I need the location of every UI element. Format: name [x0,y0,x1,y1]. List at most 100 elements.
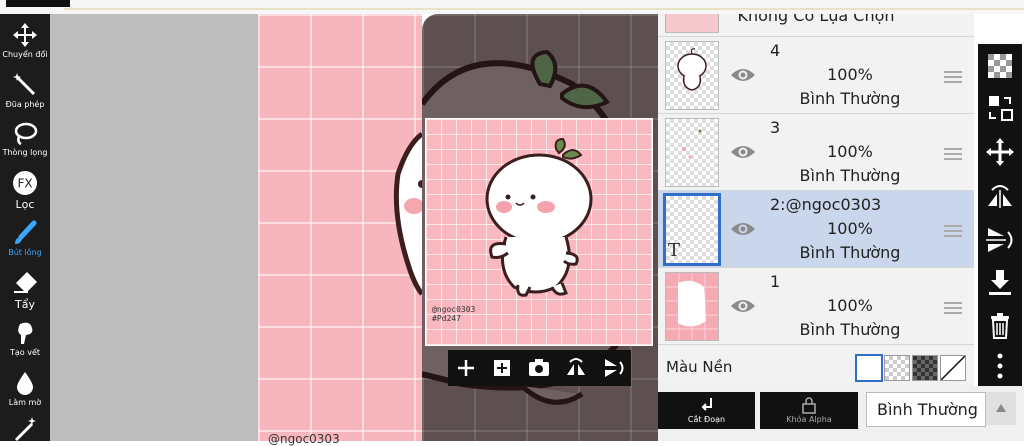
layer-row[interactable]: 3 100% Bình Thường [658,114,974,191]
tool-label: Tạo vết [9,348,41,357]
camera-button[interactable] [521,350,557,386]
background-color-label: Màu Nền [666,358,733,376]
smudge-icon [12,320,38,346]
no-selection-label: Không Có Lựa Chọn [737,14,895,25]
slash-icon [940,355,966,381]
bg-dark-checker-swatch[interactable] [912,355,938,381]
layer-3-thumbnail-art [682,129,702,159]
tool-label: Tẩy [15,298,35,311]
tool-eraser[interactable]: Tẩy [0,270,50,311]
layer-blend-mode: Bình Thường [799,243,901,262]
tool-label: Thòng lọng [2,148,48,157]
layer-add-icon [494,360,510,376]
preview-toolbar [448,350,631,386]
swap-layers-icon [989,96,1013,121]
layer-row-selected[interactable]: T 2:@ngoc0303 100% Bình Thường [658,191,974,268]
bg-none-swatch[interactable] [940,355,966,381]
move-layer-button[interactable] [978,132,1022,172]
tool-transform[interactable]: Chuyển đổi [0,22,50,59]
merge-down-button[interactable] [978,264,1022,304]
merge-down-icon [989,270,1011,295]
flip-layer-vertical-button[interactable] [978,220,1022,260]
svg-text:FX: FX [17,177,32,191]
transparent-checker-button[interactable] [978,46,1022,86]
layer-1-thumbnail-art [666,273,718,340]
bg-white-swatch[interactable] [855,354,883,382]
layer-swap-button[interactable] [978,88,1022,128]
tool-label: Chuyển đổi [2,50,48,59]
tool-more[interactable] [0,416,50,442]
clipping-label: Cắt Đoạn [687,415,726,424]
flip-horizontal-icon [567,358,585,375]
layer-thumbnail [665,41,719,110]
drag-handle-icon[interactable] [944,225,962,237]
layer-row[interactable]: 4 100% Bình Thường [658,37,974,114]
trash-icon [991,313,1009,339]
layer-row[interactable]: 1 100% Bình Thường [658,268,974,345]
tool-label: Bút lông [8,248,42,257]
layer-opacity: 100% [827,296,873,315]
visibility-eye-icon[interactable] [730,65,756,85]
blend-mode-select[interactable]: Bình Thường [866,392,986,427]
layer-name: 4 [770,41,781,60]
camera-icon [529,359,549,376]
add-layer-button[interactable] [448,350,484,386]
layer-bottom-controls: Cắt Đoạn Khóa Alpha Bình Thường [658,386,1024,441]
move-icon [986,138,1014,166]
layer-blend-mode: Bình Thường [799,166,901,185]
drawing-canvas[interactable]: @ngoc0303 [258,14,422,446]
tool-label: Đũa phép [5,100,45,109]
layers-panel: Không Có Lựa Chọn 4 100% Bình Thường 3 1… [658,14,974,386]
blend-mode-dropdown-button[interactable] [986,392,1016,425]
flip-vertical-icon [605,359,624,377]
tool-blur[interactable]: Làm mờ [0,370,50,407]
drag-handle-icon[interactable] [944,302,962,314]
eraser-icon [12,270,38,296]
tool-brush[interactable]: Bút lông [0,220,50,257]
flip-horizontal-button[interactable] [558,350,594,386]
left-toolbar: Chuyển đổi Đũa phép Thòng lọng FX Lọc Bú… [0,14,50,442]
workspace-background [50,14,258,441]
flip-vertical-icon [986,228,1013,252]
clipping-button[interactable]: Cắt Đoạn [658,392,755,429]
tool-label: Lọc [15,198,35,211]
drag-handle-icon[interactable] [944,148,962,160]
blend-mode-value: Bình Thường [877,400,978,419]
drag-handle-icon[interactable] [944,71,962,83]
alpha-lock-button[interactable]: Khóa Alpha [760,392,858,429]
top-black-block [6,0,70,7]
right-toolbar [978,44,1022,386]
visibility-eye-icon[interactable] [730,142,756,162]
chevron-up-icon [996,404,1006,412]
no-selection-row[interactable]: Không Có Lựa Chọn [658,14,974,37]
watermark-line-1: @ngoc0303 [432,305,476,314]
more-vertical-icon [997,353,1003,379]
plus-icon [458,360,474,376]
bg-light-checker-swatch[interactable] [884,355,910,381]
watermark-line-2: #Pd247 [432,314,461,323]
canvas-character-partial [393,131,422,296]
top-divider [64,8,1024,10]
flip-horizontal-icon [988,185,1012,208]
clip-arrow-icon [701,398,712,411]
tool-filter[interactable]: FX Lọc [0,170,50,211]
brush-icon [12,220,38,246]
flip-vertical-button[interactable] [595,350,631,386]
tool-smudge[interactable]: Tạo vết [0,320,50,357]
delete-layer-button[interactable] [978,306,1022,346]
flip-layer-horizontal-button[interactable] [978,176,1022,216]
tool-lasso[interactable]: Thòng lọng [0,120,50,157]
layer-thumbnail: T [663,193,721,266]
layer-opacity: 100% [827,142,873,161]
layer-name: 2:@ngoc0303 [770,195,882,214]
layer-opacity: 100% [827,219,873,238]
tool-magic-wand[interactable]: Đũa phép [0,72,50,109]
tool-label: Làm mờ [8,398,42,407]
background-color-row: Màu Nền [658,347,974,386]
visibility-eye-icon[interactable] [730,296,756,316]
checker-icon [988,54,1012,78]
sparkle-wand-icon [12,416,38,442]
visibility-eye-icon[interactable] [730,219,756,239]
more-options-button[interactable] [978,346,1022,386]
add-layer-copy-button[interactable] [484,350,520,386]
